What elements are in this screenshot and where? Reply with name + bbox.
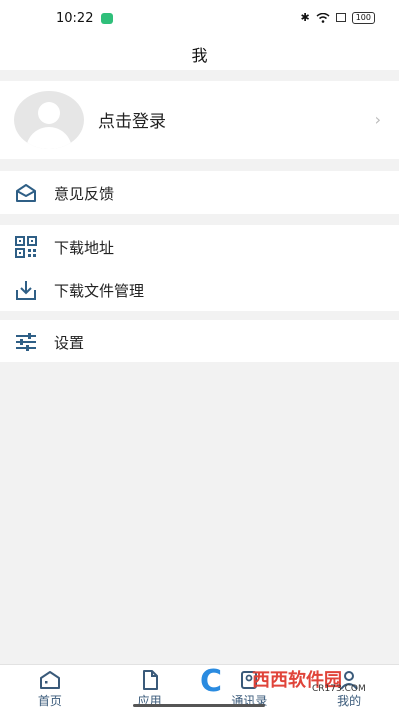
login-label[interactable]: 点击登录: [98, 107, 166, 132]
avatar-body: [26, 127, 72, 149]
file-icon: [142, 670, 158, 690]
wifi-icon: [316, 12, 330, 23]
menu-label-download-manager: 下载文件管理: [54, 282, 145, 300]
battery-icon: 100: [351, 11, 375, 24]
menu-item-download-manager[interactable]: 下载文件管理: [0, 268, 399, 311]
menu-item-download-address[interactable]: 下载地址: [0, 225, 399, 268]
mail-open-icon: [16, 184, 36, 202]
menu-item-feedback[interactable]: 意见反馈: [0, 171, 399, 214]
avatar-head: [38, 102, 60, 124]
sliders-icon: [16, 333, 36, 351]
login-card[interactable]: 点击登录 ›: [0, 81, 399, 159]
tab-home[interactable]: 首页: [0, 665, 100, 710]
contacts-icon: [241, 671, 258, 689]
menu-label-download-address: 下载地址: [54, 239, 115, 257]
tab-me[interactable]: 我的: [299, 665, 399, 710]
status-time: 10:22: [56, 11, 94, 26]
feedback-section: 意见反馈: [0, 171, 399, 214]
home-icon: [39, 671, 60, 689]
bluetooth-icon: ✱: [300, 11, 310, 24]
notification-app-icon: [101, 13, 113, 24]
chevron-right-icon: ›: [374, 110, 381, 129]
home-indicator: [133, 704, 265, 707]
app-header: 我: [0, 38, 399, 70]
menu-label-settings: 设置: [54, 334, 85, 352]
download-tray-icon: [16, 281, 36, 300]
download-section: 下载地址 下载文件管理: [0, 225, 399, 311]
tab-label-me: 我的: [337, 694, 362, 708]
tab-label-home: 首页: [37, 694, 62, 708]
qr-code-icon: [15, 236, 37, 258]
page-title: 我: [191, 46, 208, 65]
sim-icon: [335, 13, 346, 22]
avatar[interactable]: [14, 91, 84, 149]
menu-item-settings[interactable]: 设置: [0, 320, 399, 363]
user-icon: [340, 671, 358, 690]
status-bar: 10:22 ✱ 100: [0, 0, 399, 38]
status-indicators: ✱ 100: [300, 11, 375, 24]
settings-section: 设置: [0, 320, 399, 362]
menu-label-feedback: 意见反馈: [54, 185, 115, 203]
